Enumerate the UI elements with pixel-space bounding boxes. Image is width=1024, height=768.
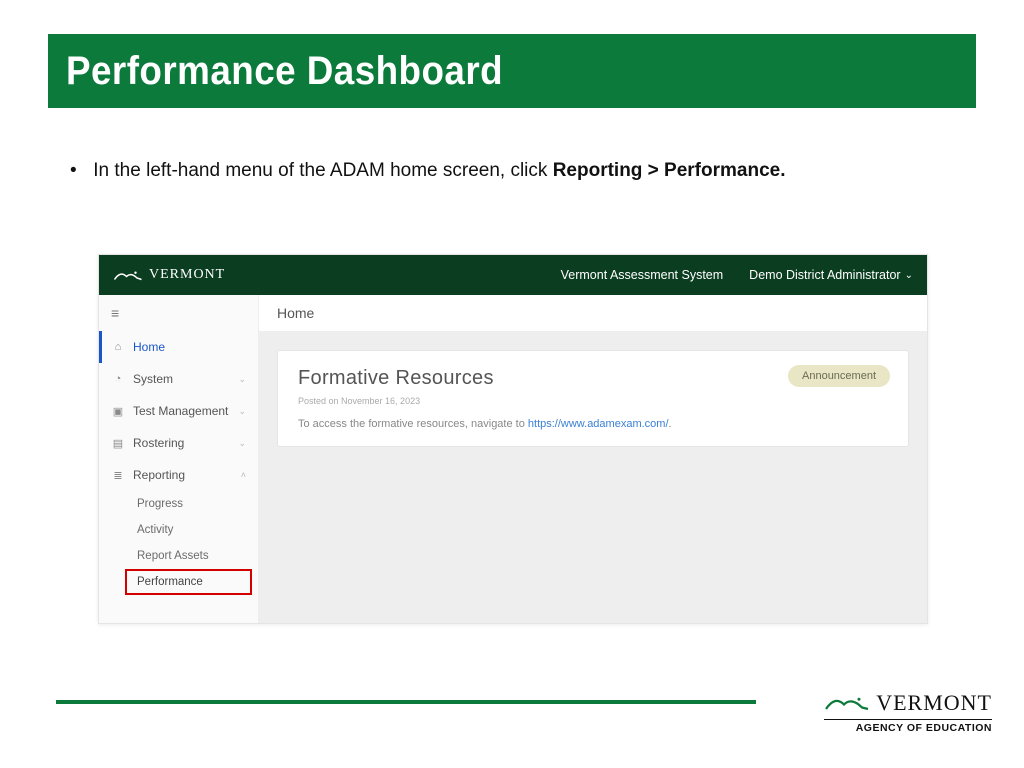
card-body: To access the formative resources, navig… [298,418,888,430]
brand-block: VERMONT [113,266,225,284]
announcement-card: Formative Resources Posted on November 1… [277,350,909,447]
chevron-down-icon: ⌄ [238,406,246,417]
footer-agency: AGENCY OF EDUCATION [824,722,992,734]
instruction-bullet: • In the left-hand menu of the ADAM home… [70,160,960,182]
slide-title-bar: Performance Dashboard [48,34,976,108]
hamburger-icon[interactable]: ≡ [99,295,258,331]
sidebar: ≡ ⌂ Home ◔ System ⌄ ▣ Test Management ⌄ … [99,295,259,623]
card-body-link[interactable]: https://www.adamexam.com/ [528,418,669,430]
instruction-text-bold: Reporting > Performance. [553,160,786,181]
sidebar-item-test-management[interactable]: ▣ Test Management ⌄ [99,395,258,427]
roster-icon: ▤ [111,437,125,450]
sidebar-item-system[interactable]: ◔ System ⌄ [99,363,258,395]
header-right: Vermont Assessment System Demo District … [561,268,913,282]
sidebar-label-reporting: Reporting [133,468,185,482]
brand-text: VERMONT [149,267,225,283]
announcement-badge: Announcement [788,365,890,387]
sidebar-item-home[interactable]: ⌂ Home [99,331,258,363]
card-posted: Posted on November 16, 2023 [298,396,888,406]
chevron-down-icon: ⌄ [238,438,246,449]
page-title: Home [259,295,927,332]
sidebar-label-system: System [133,372,173,386]
footer-brand: VERMONT [876,690,992,716]
sidebar-item-reporting[interactable]: ≣ Reporting ˄ [99,459,258,491]
footer-divider [824,719,992,721]
sidebar-sub-performance[interactable]: Performance [125,569,252,595]
mountain-icon [824,694,870,712]
card-body-lead: To access the formative resources, navig… [298,418,528,430]
bullet-dot: • [70,160,88,182]
gauge-icon: ◔ [111,373,125,385]
home-icon: ⌂ [111,341,125,353]
chevron-up-icon: ˄ [241,470,246,480]
chevron-down-icon: ⌄ [238,374,246,385]
user-menu[interactable]: Demo District Administrator ⌄ [749,268,913,282]
sidebar-label-rostering: Rostering [133,436,184,450]
card-body-tail: . [669,418,672,430]
instruction-text-lead: In the left-hand menu of the ADAM home s… [93,160,552,181]
reporting-submenu: Progress Activity Report Assets Performa… [99,491,258,595]
main-panel: Home Formative Resources Posted on Novem… [259,295,927,623]
footer-logo: VERMONT AGENCY OF EDUCATION [824,690,992,735]
sidebar-item-rostering[interactable]: ▤ Rostering ⌄ [99,427,258,459]
chevron-down-icon: ⌄ [905,270,913,281]
slide-title: Performance Dashboard [66,49,503,94]
chart-icon: ≣ [111,469,125,482]
system-label: Vermont Assessment System [561,268,724,282]
sidebar-sub-report-assets[interactable]: Report Assets [129,543,258,569]
adam-screenshot: VERMONT Vermont Assessment System Demo D… [98,254,928,624]
app-header: VERMONT Vermont Assessment System Demo D… [99,255,927,295]
footer-rule [56,700,756,704]
sidebar-sub-activity[interactable]: Activity [129,517,258,543]
mountain-icon [113,266,143,284]
sidebar-sub-progress[interactable]: Progress [129,491,258,517]
user-label: Demo District Administrator [749,268,900,282]
folder-icon: ▣ [111,405,125,418]
sidebar-label-home: Home [133,340,165,354]
sidebar-label-testmgmt: Test Management [133,404,228,418]
